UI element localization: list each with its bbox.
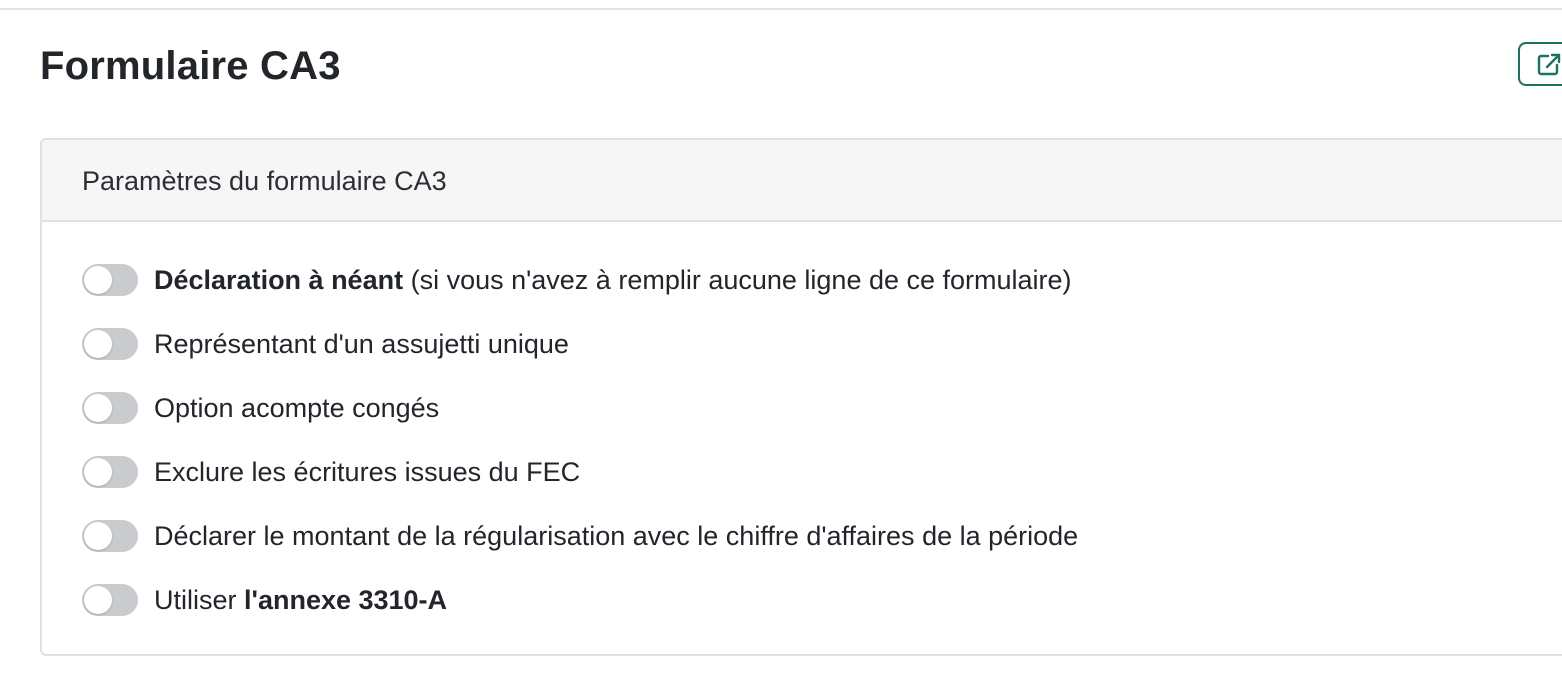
toggle-annexe-3310a[interactable] [82, 584, 138, 616]
option-label: Déclaration à néant (si vous n'avez à re… [154, 262, 1072, 298]
top-divider [0, 8, 1562, 10]
toggle-knob [84, 394, 112, 422]
option-annexe-3310a[interactable]: Utiliser l'annexe 3310-A [82, 582, 1482, 618]
toggle-acompte-conges[interactable] [82, 392, 138, 424]
option-regularisation[interactable]: Déclarer le montant de la régularisation… [82, 518, 1482, 554]
toggle-declaration-neant[interactable] [82, 264, 138, 296]
open-external-button[interactable] [1518, 42, 1562, 86]
card-title: Paramètres du formulaire CA3 [82, 166, 447, 196]
option-label: Exclure les écritures issues du FEC [154, 457, 581, 487]
option-label: Représentant d'un assujetti unique [154, 329, 569, 359]
option-label: Utiliser l'annexe 3310-A [154, 582, 447, 618]
toggle-representant-assujetti[interactable] [82, 328, 138, 360]
option-declaration-neant[interactable]: Déclaration à néant (si vous n'avez à re… [82, 262, 1482, 298]
card-header: Paramètres du formulaire CA3 [42, 140, 1562, 222]
option-exclure-fec[interactable]: Exclure les écritures issues du FEC [82, 454, 1482, 490]
toggle-knob [84, 330, 112, 358]
toggle-knob [84, 586, 112, 614]
toggle-knob [84, 522, 112, 550]
toggle-exclure-fec[interactable] [82, 456, 138, 488]
option-label: Option acompte congés [154, 393, 440, 423]
option-acompte-conges[interactable]: Option acompte congés [82, 390, 1482, 426]
settings-card: Paramètres du formulaire CA3 Déclaration… [40, 138, 1562, 656]
page-title: Formulaire CA3 [40, 44, 341, 88]
toggle-regularisation[interactable] [82, 520, 138, 552]
option-label: Déclarer le montant de la régularisation… [154, 521, 1079, 551]
option-label-bold: l'annexe 3310-A [244, 585, 448, 615]
toggle-knob [84, 458, 112, 486]
option-label-bold: Déclaration à néant [154, 265, 404, 295]
external-link-icon [1537, 53, 1561, 76]
option-label-rest: (si vous n'avez à remplir aucune ligne d… [403, 265, 1072, 295]
toggle-knob [84, 266, 112, 294]
option-representant-assujetti[interactable]: Représentant d'un assujetti unique [82, 326, 1482, 362]
option-label-prefix: Utiliser [154, 585, 245, 615]
